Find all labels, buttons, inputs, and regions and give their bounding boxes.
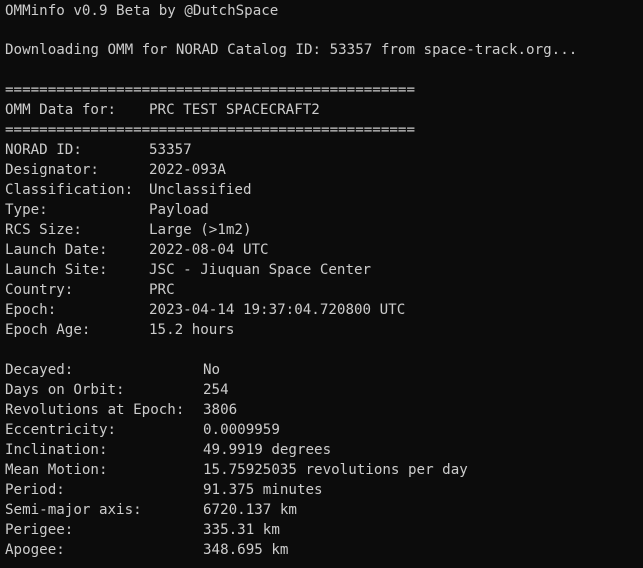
omm-data-title-line: OMM Data for: PRC TEST SPACECRAFT2 xyxy=(5,100,320,120)
field-eccentricity: Eccentricity: 0.0009959 xyxy=(5,420,280,440)
field-period: Period: 91.375 minutes xyxy=(5,480,323,500)
field-label: Eccentricity: xyxy=(5,422,117,438)
field-value: 3806 xyxy=(203,402,238,418)
field-inclination: Inclination: 49.9919 degrees xyxy=(5,440,331,460)
field-classification: Classification: Unclassified xyxy=(5,180,252,200)
field-value: 15.75925035 revolutions per day xyxy=(203,462,468,478)
field-label: RCS Size: xyxy=(5,222,82,238)
field-value: 49.9919 degrees xyxy=(203,442,332,458)
field-label: Launch Date: xyxy=(5,242,108,258)
field-epoch-age: Epoch Age: 15.2 hours xyxy=(5,320,234,340)
field-value: 6720.137 km xyxy=(203,502,297,518)
field-value: 348.695 km xyxy=(203,542,289,558)
field-label: Mean Motion: xyxy=(5,462,108,478)
field-semi-major-axis: Semi-major axis: 6720.137 km xyxy=(5,500,297,520)
field-value: No xyxy=(203,362,221,378)
field-label: Semi-major axis: xyxy=(5,502,142,518)
field-label: Designator: xyxy=(5,162,99,178)
separator-line: ========================================… xyxy=(5,82,415,98)
field-value: Payload xyxy=(149,202,209,218)
field-decayed: Decayed: No xyxy=(5,360,220,380)
field-days-on-orbit: Days on Orbit: 254 xyxy=(5,380,229,400)
field-label: Period: xyxy=(5,482,65,498)
field-value: 2022-08-04 UTC xyxy=(149,242,269,258)
field-perigee: Perigee: 335.31 km xyxy=(5,520,280,540)
field-label: Classification: xyxy=(5,182,134,198)
field-label: Epoch: xyxy=(5,302,57,318)
field-label: Country: xyxy=(5,282,74,298)
field-designator: Designator: 2022-093A xyxy=(5,160,226,180)
field-label: Decayed: xyxy=(5,362,74,378)
field-label: Epoch Age: xyxy=(5,322,91,338)
app-header-line: OMMinfo v0.9 Beta by @DutchSpace xyxy=(5,3,279,19)
field-launch-date: Launch Date: 2022-08-04 UTC xyxy=(5,240,269,260)
field-value: 15.2 hours xyxy=(149,322,235,338)
field-label: Apogee: xyxy=(5,542,65,558)
field-norad-id: NORAD ID: 53357 xyxy=(5,140,192,160)
field-label: Launch Site: xyxy=(5,262,108,278)
field-label: Perigee: xyxy=(5,522,74,538)
field-value: Unclassified xyxy=(149,182,252,198)
field-value: 2023-04-14 19:37:04.720800 UTC xyxy=(149,302,406,318)
separator-line: ========================================… xyxy=(5,122,415,138)
terminal-output: OMMinfo v0.9 Beta by @DutchSpace Downloa… xyxy=(5,0,641,568)
field-value: Large (>1m2) xyxy=(149,222,252,238)
field-label: Revolutions at Epoch: xyxy=(5,402,185,418)
field-rcs-size: RCS Size: Large (>1m2) xyxy=(5,220,252,240)
field-value: 91.375 minutes xyxy=(203,482,323,498)
field-revolutions-at-epoch: Revolutions at Epoch: 3806 xyxy=(5,400,237,420)
field-label: Days on Orbit: xyxy=(5,382,125,398)
field-country: Country: PRC xyxy=(5,280,175,300)
omm-data-object-name: PRC TEST SPACECRAFT2 xyxy=(149,102,320,118)
field-type: Type: Payload xyxy=(5,200,209,220)
field-value: 0.0009959 xyxy=(203,422,280,438)
field-label: NORAD ID: xyxy=(5,142,82,158)
field-label: Inclination: xyxy=(5,442,108,458)
field-apogee: Apogee: 348.695 km xyxy=(5,540,288,560)
field-value: 53357 xyxy=(149,142,192,158)
field-value: 335.31 km xyxy=(203,522,280,538)
field-label: Type: xyxy=(5,202,48,218)
field-value: 2022-093A xyxy=(149,162,226,178)
field-value: 254 xyxy=(203,382,229,398)
field-mean-motion: Mean Motion: 15.75925035 revolutions per … xyxy=(5,460,468,480)
download-status-line: Downloading OMM for NORAD Catalog ID: 53… xyxy=(5,42,578,58)
omm-data-label: OMM Data for: xyxy=(5,102,117,118)
field-epoch: Epoch: 2023-04-14 19:37:04.720800 UTC xyxy=(5,300,405,320)
field-launch-site: Launch Site: JSC - Jiuquan Space Center xyxy=(5,260,371,280)
field-value: JSC - Jiuquan Space Center xyxy=(149,262,372,278)
field-value: PRC xyxy=(149,282,175,298)
